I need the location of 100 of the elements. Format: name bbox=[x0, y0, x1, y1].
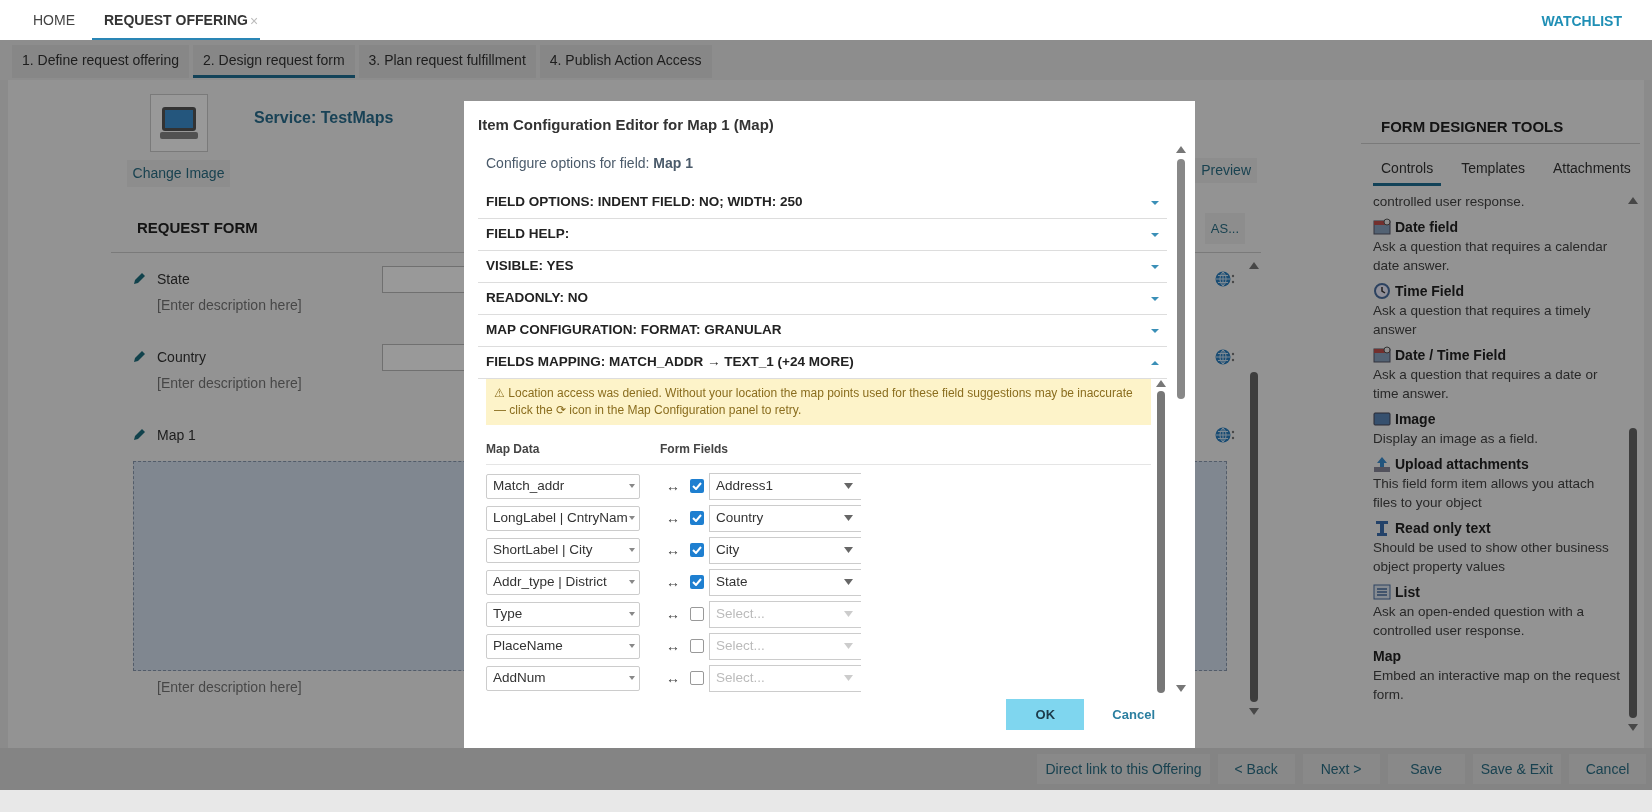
edit-icon[interactable] bbox=[131, 271, 147, 287]
footer-button[interactable]: < Back bbox=[1217, 754, 1295, 784]
caret-icon[interactable] bbox=[844, 483, 853, 489]
step-tab[interactable]: 4. Publish Action Access bbox=[539, 45, 712, 78]
caret-icon[interactable] bbox=[844, 547, 853, 553]
watchlist-link[interactable]: WATCHLIST bbox=[1541, 2, 1622, 40]
footer-button[interactable]: Cancel bbox=[1569, 754, 1646, 784]
caret-icon[interactable] bbox=[629, 516, 635, 520]
checkbox[interactable] bbox=[690, 511, 704, 525]
scroll-up-icon[interactable] bbox=[1176, 145, 1186, 153]
checkbox[interactable] bbox=[690, 639, 704, 653]
footer-button[interactable]: Direct link to this Offering bbox=[1037, 754, 1210, 784]
checkbox[interactable] bbox=[690, 607, 704, 621]
caret-icon[interactable] bbox=[1151, 263, 1159, 270]
accordion-header[interactable]: FIELD OPTIONS: INDENT FIELD: NO; WIDTH: 250 bbox=[478, 187, 1167, 219]
step-tab[interactable]: 3. Plan request fulfillment bbox=[358, 45, 536, 78]
checkbox[interactable] bbox=[690, 543, 704, 557]
control-name[interactable]: Map bbox=[1373, 645, 1401, 667]
dropdown[interactable]: City bbox=[709, 536, 861, 564]
step-tab[interactable]: 2. Design request form bbox=[192, 45, 355, 78]
calendar-icon bbox=[1373, 346, 1391, 364]
caret-icon[interactable] bbox=[1151, 327, 1159, 334]
dropdown[interactable]: Country bbox=[709, 504, 861, 532]
caret-icon[interactable] bbox=[844, 515, 853, 521]
more-icon[interactable] bbox=[1231, 429, 1235, 441]
panel-title: FORM DESIGNER TOOLS bbox=[1361, 80, 1640, 144]
control-name[interactable]: Time Field bbox=[1395, 280, 1464, 302]
upload-icon bbox=[1373, 455, 1391, 473]
scroll-up-icon[interactable] bbox=[1249, 261, 1259, 269]
control-name[interactable]: Read only text bbox=[1395, 517, 1491, 539]
panel-tab[interactable]: Templates bbox=[1453, 154, 1533, 186]
toolbar-button[interactable]: AS... bbox=[1204, 212, 1245, 245]
checkbox[interactable] bbox=[690, 671, 704, 685]
scrollbar[interactable] bbox=[1155, 379, 1167, 693]
dropdown[interactable]: Type bbox=[486, 601, 640, 627]
control-name[interactable]: Date field bbox=[1395, 216, 1458, 238]
step-tab[interactable]: 1. Define request offering bbox=[12, 45, 189, 78]
dropdown[interactable]: State bbox=[709, 568, 861, 596]
caret-icon[interactable] bbox=[1151, 295, 1159, 302]
scrollbar[interactable] bbox=[1247, 261, 1261, 716]
checkbox[interactable] bbox=[690, 479, 704, 493]
footer-button[interactable]: Next > bbox=[1302, 754, 1380, 784]
more-icon[interactable] bbox=[1231, 351, 1235, 363]
caret-icon[interactable] bbox=[1151, 231, 1159, 238]
caret-icon[interactable] bbox=[629, 644, 635, 648]
field-label: Map 1 bbox=[157, 425, 197, 445]
cancel-button[interactable]: Cancel bbox=[1112, 704, 1155, 725]
service-title: Service: TestMaps bbox=[254, 108, 394, 128]
change-image-button[interactable]: Change Image bbox=[126, 160, 231, 187]
link-arrow: ↔ bbox=[666, 476, 681, 496]
caret-icon[interactable] bbox=[629, 612, 635, 616]
control-name[interactable]: Image bbox=[1395, 408, 1436, 430]
preview-link[interactable]: Preview bbox=[1195, 158, 1257, 183]
caret-icon[interactable] bbox=[629, 548, 635, 552]
dropdown[interactable]: ShortLabel | City bbox=[486, 537, 640, 563]
scroll-down-icon[interactable] bbox=[1176, 685, 1186, 693]
accordion-header[interactable]: MAP CONFIGURATION: FORMAT: GRANULAR bbox=[478, 315, 1167, 347]
dropdown[interactable]: Match_addr bbox=[486, 473, 640, 499]
globe-icon[interactable] bbox=[1215, 349, 1231, 365]
control-name[interactable]: Date / Time Field bbox=[1395, 344, 1506, 366]
control-name[interactable]: List bbox=[1395, 581, 1420, 603]
scroll-up-icon[interactable] bbox=[1628, 196, 1638, 204]
panel-tab[interactable]: Controls bbox=[1373, 154, 1442, 186]
caret-icon[interactable] bbox=[629, 676, 635, 680]
accordion-header[interactable]: FIELD HELP: bbox=[478, 219, 1167, 251]
dropdown[interactable]: Addr_type | District bbox=[486, 569, 640, 595]
caret-icon[interactable] bbox=[1151, 359, 1159, 366]
dropdown[interactable]: LongLabel | CntryNam bbox=[486, 505, 640, 531]
caret-icon[interactable] bbox=[1151, 199, 1159, 206]
dropdown[interactable]: PlaceName bbox=[486, 633, 640, 659]
dropdown[interactable]: AddNum bbox=[486, 665, 640, 691]
nav-tab[interactable]: HOME bbox=[20, 2, 88, 40]
checkbox[interactable] bbox=[690, 575, 704, 589]
intro-text: Configure options for field: Map 1 bbox=[485, 154, 694, 173]
accordion-header[interactable]: READONLY: NO bbox=[478, 283, 1167, 315]
scroll-down-icon[interactable] bbox=[1628, 724, 1638, 732]
caret-icon[interactable] bbox=[629, 484, 635, 488]
globe-icon[interactable] bbox=[1215, 427, 1231, 443]
caret-icon[interactable] bbox=[844, 579, 853, 585]
link-arrow: ↔ bbox=[666, 604, 681, 624]
dropdown[interactable]: Address1 bbox=[709, 472, 861, 500]
footer-button[interactable]: Save & Exit bbox=[1472, 754, 1561, 784]
scroll-up-icon[interactable] bbox=[1156, 379, 1166, 387]
scroll-down-icon[interactable] bbox=[1249, 708, 1259, 716]
more-icon[interactable] bbox=[1231, 273, 1235, 285]
edit-icon[interactable] bbox=[131, 427, 147, 443]
scrollbar[interactable] bbox=[1175, 145, 1187, 693]
control-description: Ask a question that requires a calendar date answer. bbox=[1373, 238, 1609, 275]
panel-tab[interactable]: Attachments bbox=[1544, 154, 1639, 186]
text-icon bbox=[1373, 519, 1391, 537]
dialog-title: Item Configuration Editor for Map 1 (Map) bbox=[477, 115, 775, 135]
footer-button[interactable]: Save bbox=[1387, 754, 1465, 784]
accordion-header[interactable]: VISIBLE: YES bbox=[478, 251, 1167, 283]
caret-icon[interactable] bbox=[629, 580, 635, 584]
ok-button[interactable]: OK bbox=[1006, 699, 1085, 730]
edit-icon[interactable] bbox=[131, 349, 147, 365]
globe-icon[interactable] bbox=[1215, 271, 1231, 287]
control-name[interactable]: Upload attachments bbox=[1395, 453, 1529, 475]
link-arrow: ↔ bbox=[666, 572, 681, 592]
field-label: Country bbox=[157, 347, 208, 367]
